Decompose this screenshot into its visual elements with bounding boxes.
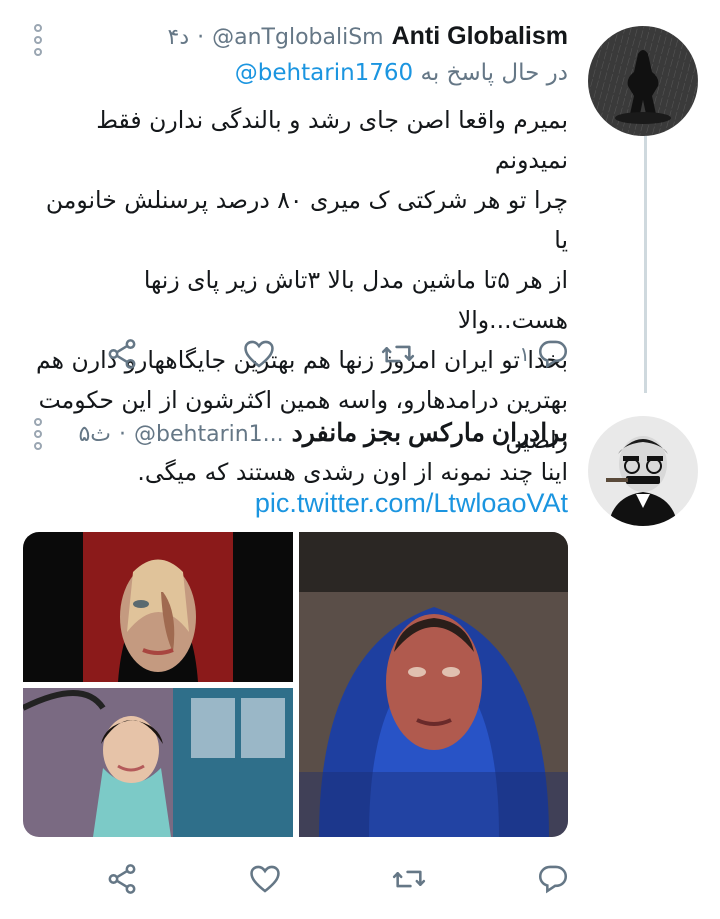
tweet-text-line: بمیرم واقعا اصن جای رشد و بالندگی ندارن … <box>96 106 568 174</box>
comment-icon <box>538 865 568 894</box>
share-button[interactable] <box>105 337 139 371</box>
tweet-time[interactable]: ۵ث <box>78 422 111 447</box>
more-vertical-icon[interactable] <box>34 24 44 56</box>
reply-count: ۱ <box>519 342 530 366</box>
tweet-header: ۵ث · @behtarin1... برادران مارکس بجز مان… <box>78 418 568 448</box>
share-icon <box>108 339 136 369</box>
share-button[interactable] <box>105 862 139 896</box>
tweet-time[interactable]: ۴د <box>168 25 190 50</box>
tweet-text-line: چرا تو هر شرکتی ک میری ۸۰ درصد پرسنلش خا… <box>45 186 568 254</box>
heart-icon <box>250 865 280 893</box>
retweet-button[interactable] <box>380 337 416 371</box>
tweet-author-name[interactable]: Anti Globalism <box>392 22 568 51</box>
tweet-actions: ۱ <box>105 334 570 374</box>
avatar-marx-brothers[interactable] <box>588 416 698 526</box>
replying-mention[interactable]: @behtarin1760 <box>235 60 413 86</box>
reply-button[interactable]: ۱ <box>519 337 570 371</box>
media-photo-3[interactable] <box>299 532 568 837</box>
tweet-text-line: بهترین درامدهارو، واسه همین اکثرشون از ا… <box>38 386 568 414</box>
thread-connector <box>644 125 647 393</box>
like-button[interactable] <box>242 337 276 371</box>
tweet-media-grid[interactable] <box>23 532 568 837</box>
tweet-author-name[interactable]: برادران مارکس بجز مانفرد <box>292 418 568 448</box>
retweet-icon <box>381 345 414 363</box>
replying-to: در حال پاسخ به @behtarin1760 <box>235 60 568 86</box>
avatar-anti-globalism[interactable] <box>588 26 698 136</box>
retweet-button[interactable] <box>391 862 427 896</box>
share-icon <box>108 864 136 894</box>
separator-dot: · <box>119 422 127 447</box>
media-photo-1[interactable] <box>23 532 293 682</box>
heart-icon <box>244 340 275 368</box>
reply-button[interactable] <box>536 862 570 896</box>
tweet-text: بمیرم واقعا اصن جای رشد و بالندگی ندارن … <box>28 100 568 460</box>
separator-dot: · <box>197 25 205 50</box>
tweet-text-line: از هر ۵تا ماشین مدل بالا ۳تاش زیر پای زن… <box>143 266 568 334</box>
like-button[interactable] <box>248 862 282 896</box>
tweet-text: اینا چند نمونه از اون رشدی هستند که میگی… <box>137 458 568 486</box>
tweet-header: ۴د · @anTglobaliSm Anti Globalism <box>168 22 569 51</box>
tweet-handle[interactable]: @anTglobaliSm <box>212 25 383 50</box>
media-photo-2[interactable] <box>23 688 293 837</box>
tweet-actions <box>105 859 570 899</box>
tweet-media-link[interactable]: pic.twitter.com/LtwloaoVAt <box>255 488 568 519</box>
more-vertical-icon[interactable] <box>34 418 44 450</box>
replying-prefix: در حال پاسخ به <box>420 60 568 86</box>
comment-icon <box>538 340 567 369</box>
retweet-icon <box>392 870 426 888</box>
tweet-handle[interactable]: @behtarin1... <box>134 422 284 447</box>
